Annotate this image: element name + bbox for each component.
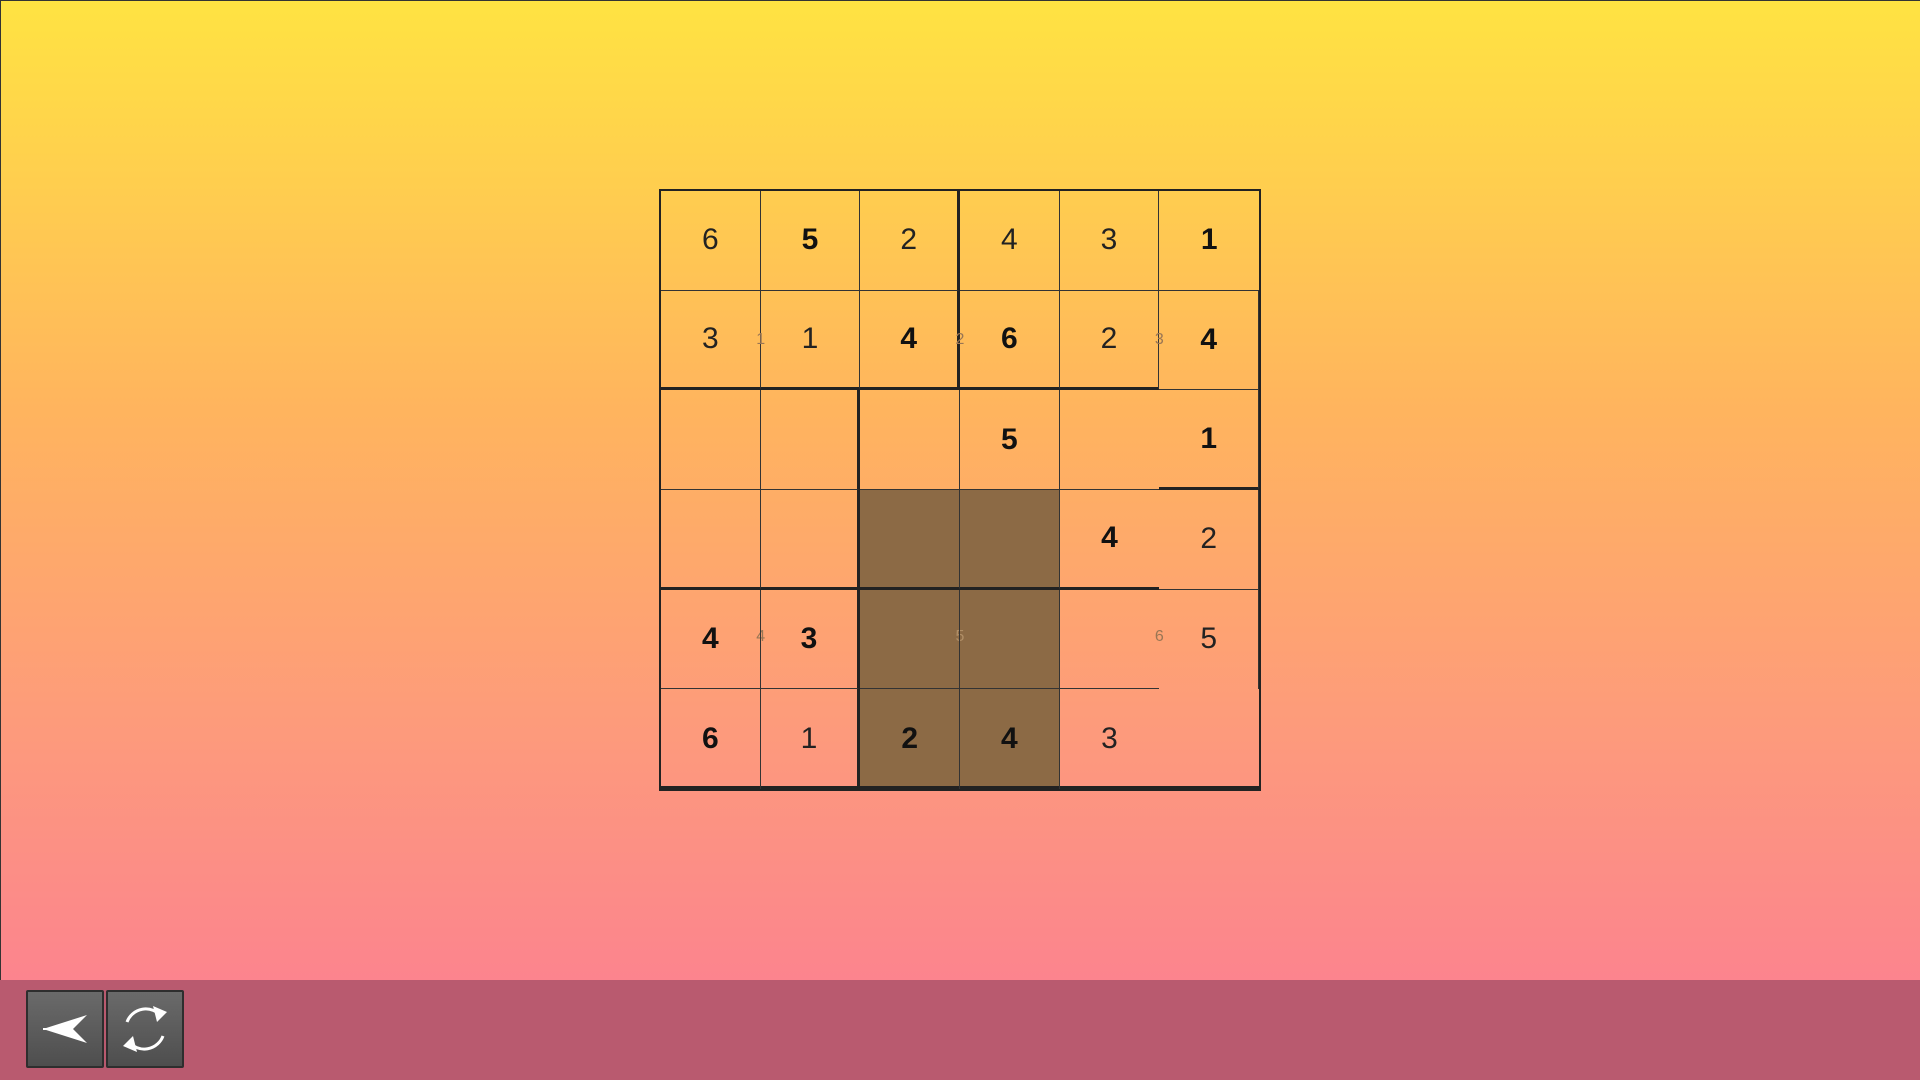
board-cell[interactable]: 4 [1059, 490, 1160, 590]
board-cell[interactable] [860, 589, 960, 690]
sudoku-board: 652431314621234564514243561243 [659, 189, 1261, 791]
back-arrow-icon [43, 1015, 87, 1043]
board-cell[interactable] [760, 489, 861, 590]
board-cell[interactable]: 4 [1159, 290, 1259, 391]
board-cell[interactable]: 2 [1159, 489, 1259, 590]
board-cell[interactable]: 6 [661, 689, 761, 789]
board-cell[interactable]: 5 [959, 390, 1060, 490]
restart-button[interactable] [106, 990, 184, 1068]
board-cell[interactable]: 5 [1159, 589, 1259, 690]
board-cell[interactable] [1059, 390, 1160, 490]
board-cell[interactable] [959, 589, 1060, 690]
board-cell[interactable]: 4 [960, 689, 1060, 789]
board-cell[interactable]: 3 [760, 589, 861, 690]
board-cell[interactable] [1059, 590, 1160, 690]
game-area: 652431314621234564514243561243 [0, 0, 1920, 980]
board-cell[interactable]: 3 [1060, 689, 1160, 789]
board-cell[interactable] [760, 390, 861, 490]
bottom-toolbar [0, 980, 1920, 1080]
board-cell[interactable] [860, 489, 960, 590]
board-cell[interactable]: 2 [860, 689, 960, 789]
board-cell[interactable] [959, 489, 1060, 590]
restart-icon [123, 1006, 167, 1052]
board-cell[interactable] [661, 390, 761, 490]
board-cell[interactable]: 1 [761, 689, 861, 789]
board-cell[interactable] [860, 390, 960, 490]
board-cell[interactable]: 1 [1159, 390, 1259, 490]
board-cell[interactable] [661, 489, 761, 590]
back-button[interactable] [26, 990, 104, 1068]
board-cell[interactable]: 4 [661, 589, 761, 690]
